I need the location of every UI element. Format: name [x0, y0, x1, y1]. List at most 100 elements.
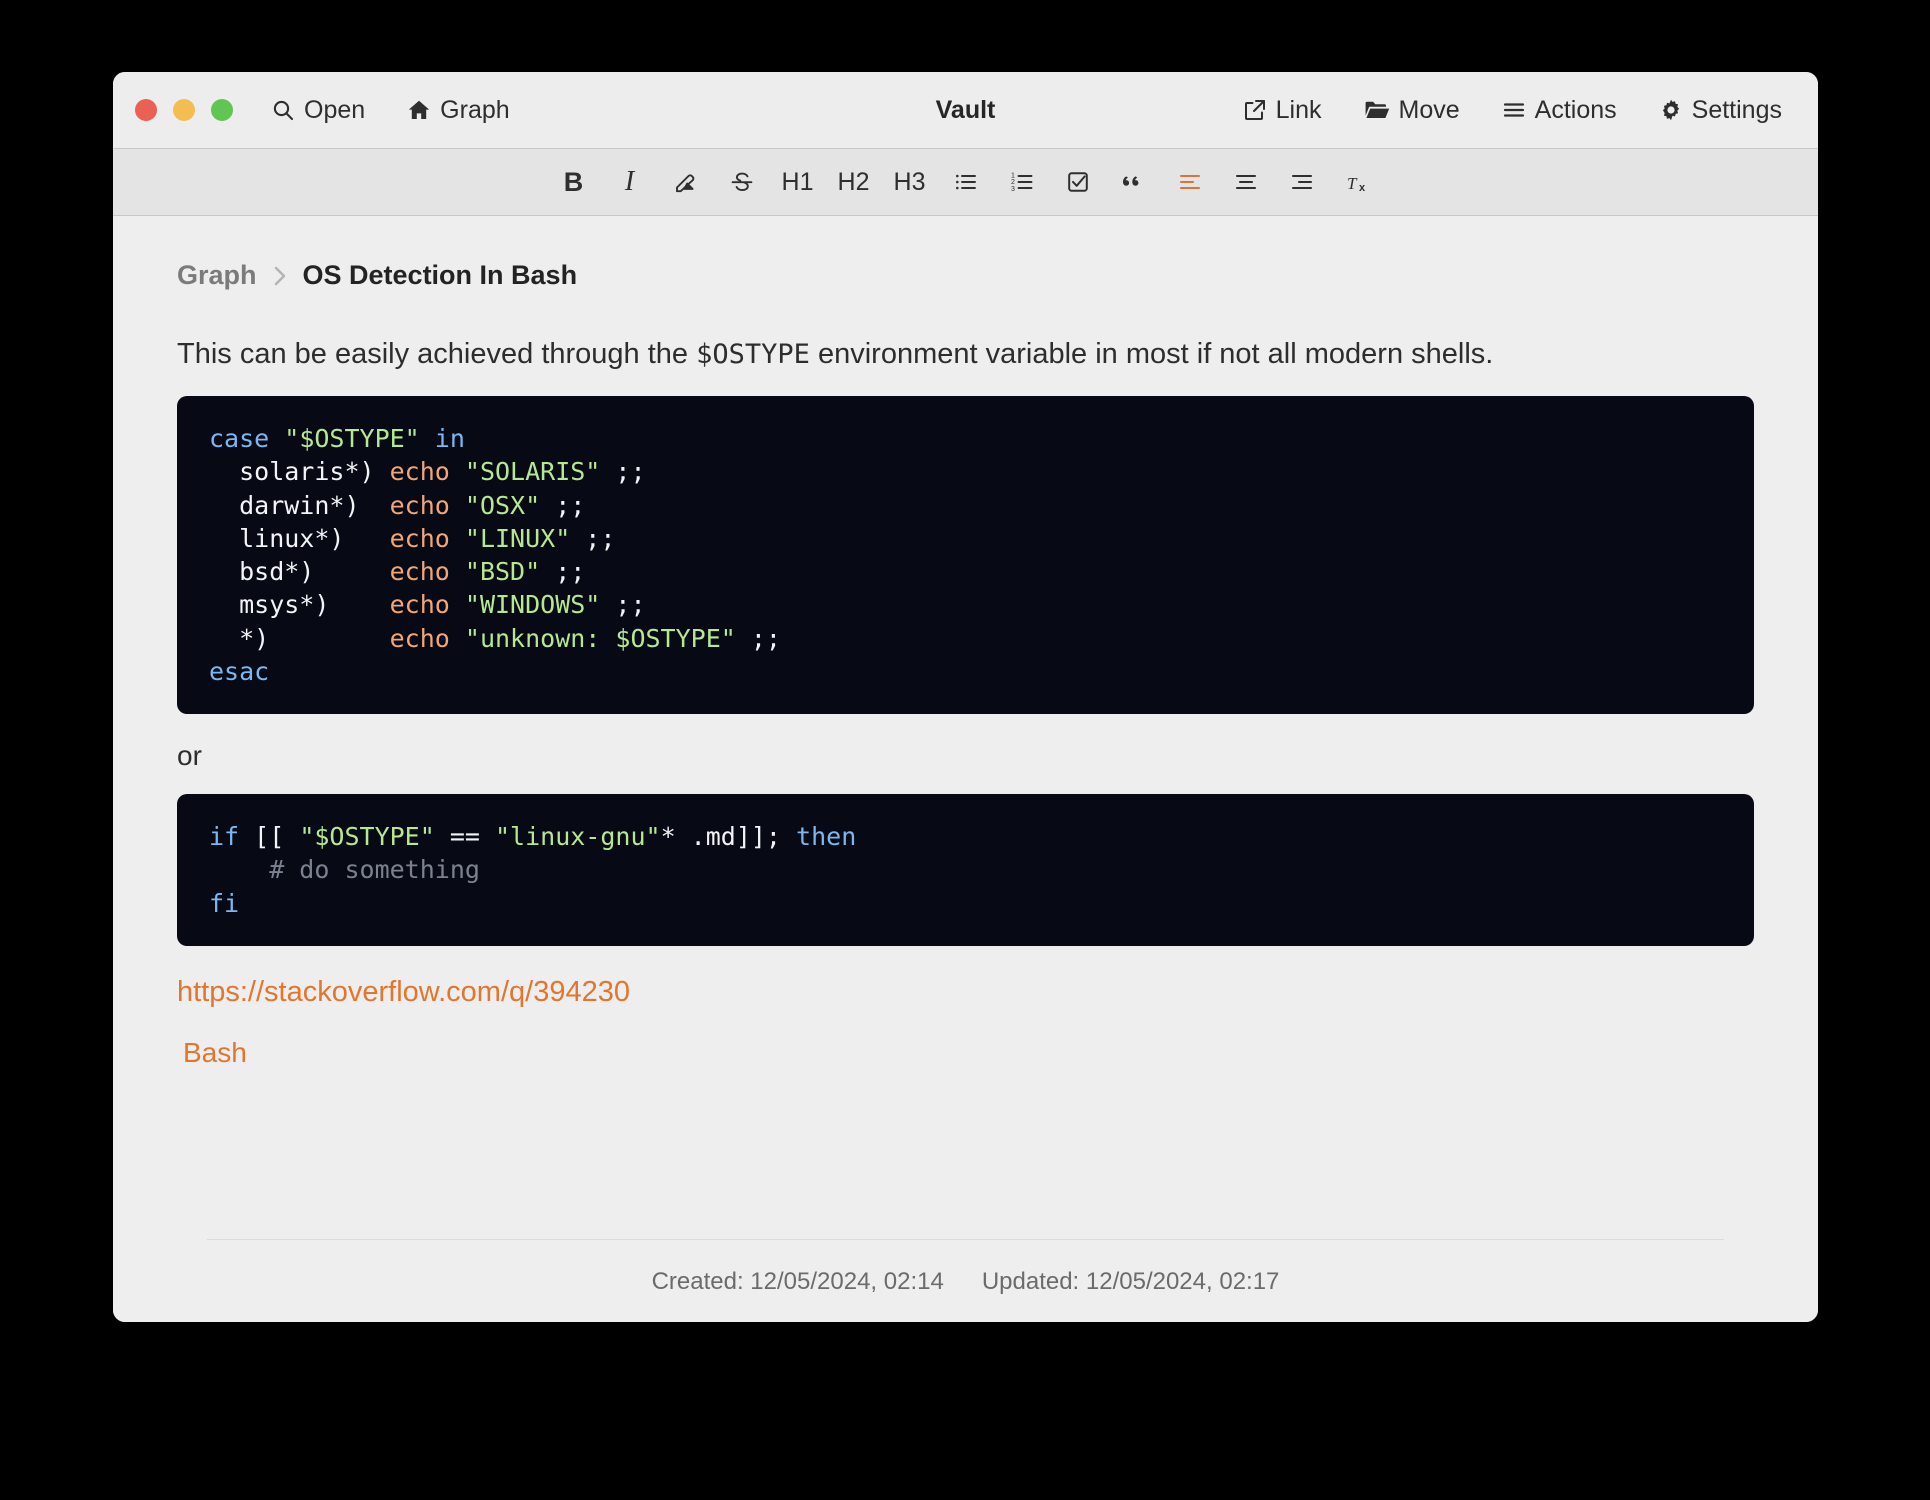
italic-icon: I	[624, 166, 635, 197]
code-token: "$OSTYPE"	[284, 424, 420, 454]
graph-button-label: Graph	[440, 95, 510, 124]
or-paragraph: or	[177, 740, 202, 772]
breadcrumb-root-link[interactable]: Graph	[177, 260, 257, 291]
settings-button[interactable]: Settings	[1651, 92, 1790, 129]
clear-format-button[interactable]: T x	[1330, 159, 1386, 205]
code-token: echo	[389, 457, 465, 487]
code-token: "LINUX"	[464, 523, 571, 553]
title-bar: Open Graph Vault Link Move Actions Setti…	[113, 72, 1818, 148]
open-button-label: Open	[304, 95, 366, 124]
code-token: "$OSTYPE"	[299, 822, 435, 852]
h3-icon: H3	[893, 167, 926, 196]
code-token: [[	[254, 822, 300, 852]
link-button[interactable]: Link	[1235, 92, 1330, 129]
code-token: # do something	[209, 855, 480, 885]
formatting-toolbar: B I H1 H2 H3 1 2 3 T x	[113, 148, 1818, 216]
bullet-list-button[interactable]	[938, 159, 994, 205]
minimize-window-button[interactable]	[173, 99, 195, 121]
checkbox-icon	[1064, 168, 1092, 196]
close-window-button[interactable]	[135, 99, 157, 121]
code-token: solaris*)	[209, 457, 390, 487]
move-button[interactable]: Move	[1356, 92, 1468, 129]
code-token: "OSX"	[464, 490, 541, 520]
titlebar-left-actions: Open Graph	[263, 92, 518, 129]
code-token: echo	[389, 523, 465, 553]
app-window: Open Graph Vault Link Move Actions Setti…	[113, 72, 1818, 1322]
actions-button-label: Actions	[1534, 95, 1617, 124]
intro-paragraph-after: environment variable in most if not all …	[809, 338, 1494, 370]
code-token: case	[209, 424, 285, 454]
highlighter-icon	[672, 168, 700, 196]
code-token: esac	[209, 656, 270, 686]
chevron-right-icon	[271, 263, 289, 289]
align-right-button[interactable]	[1274, 159, 1330, 205]
code-token: ;;	[600, 457, 646, 487]
code-token: "unknown: $OSTYPE"	[464, 623, 736, 653]
code-token: then	[796, 822, 857, 852]
gear-icon	[1659, 98, 1683, 122]
code-token: "WINDOWS"	[464, 590, 601, 620]
code-token: *)	[209, 623, 375, 653]
code-token: echo	[389, 590, 465, 620]
blockquote-button[interactable]	[1106, 159, 1162, 205]
h2-icon: H2	[837, 167, 870, 196]
strikethrough-icon	[728, 168, 756, 196]
align-center-button[interactable]	[1218, 159, 1274, 205]
code-token: * .md]];	[660, 822, 797, 852]
code-block-if[interactable]: if [[ "$OSTYPE" == "linux-gnu"* .md]]; t…	[177, 794, 1754, 946]
note-footer: Created: 12/05/2024, 02:14 Updated: 12/0…	[113, 1239, 1818, 1322]
heading-3-button[interactable]: H3	[882, 159, 938, 205]
h1-icon: H1	[781, 167, 814, 196]
svg-text:T: T	[1347, 174, 1358, 193]
graph-button[interactable]: Graph	[399, 92, 517, 129]
open-button[interactable]: Open	[263, 92, 373, 129]
code-token: "linux-gnu"	[495, 822, 661, 852]
intro-paragraph: This can be easily achieved through the …	[177, 335, 1754, 374]
strikethrough-button[interactable]	[714, 159, 770, 205]
code-token: ==	[434, 822, 495, 852]
zoom-window-button[interactable]	[211, 99, 233, 121]
updated-timestamp: Updated: 12/05/2024, 02:17	[981, 1268, 1280, 1295]
home-icon	[407, 98, 431, 122]
breadcrumb: Graph OS Detection In Bash	[177, 260, 1754, 291]
traffic-light-buttons	[135, 99, 233, 121]
source-link[interactable]: https://stackoverflow.com/q/394230	[177, 976, 1754, 1009]
code-token: "SOLARIS"	[464, 457, 601, 487]
checklist-button[interactable]	[1050, 159, 1106, 205]
settings-button-label: Settings	[1691, 95, 1782, 124]
numbered-list-button[interactable]: 1 2 3	[994, 159, 1050, 205]
code-token: ;;	[540, 490, 586, 520]
hamburger-icon	[1502, 98, 1526, 122]
tag-bash[interactable]: Bash	[183, 1037, 247, 1069]
italic-button[interactable]: I	[602, 159, 658, 205]
quote-icon	[1120, 168, 1148, 196]
code-token: "BSD"	[464, 557, 541, 587]
folder-icon	[1364, 98, 1390, 122]
code-token: bsd*)	[209, 557, 390, 587]
note-content: Graph OS Detection In Bash This can be e…	[113, 216, 1818, 1322]
code-token: ;;	[570, 523, 616, 553]
code-token: if	[209, 822, 255, 852]
code-token: ;;	[540, 557, 586, 587]
highlight-button[interactable]	[658, 159, 714, 205]
align-left-button[interactable]	[1162, 159, 1218, 205]
svg-text:3: 3	[1011, 186, 1015, 193]
intro-paragraph-before: This can be easily achieved through the	[177, 338, 697, 370]
code-block-case[interactable]: case "$OSTYPE" in solaris*) echo "SOLARI…	[177, 396, 1754, 715]
code-token: darwin*)	[209, 490, 390, 520]
align-right-icon	[1288, 168, 1316, 196]
bold-button[interactable]: B	[546, 159, 602, 205]
align-center-icon	[1232, 168, 1260, 196]
move-button-label: Move	[1398, 95, 1460, 124]
svg-text:x: x	[1359, 182, 1366, 194]
heading-2-button[interactable]: H2	[826, 159, 882, 205]
heading-1-button[interactable]: H1	[770, 159, 826, 205]
actions-button[interactable]: Actions	[1494, 92, 1625, 129]
link-button-label: Link	[1275, 95, 1322, 124]
code-token: fi	[209, 888, 240, 918]
code-token: echo	[389, 557, 465, 587]
bold-icon: B	[563, 166, 584, 197]
search-icon	[271, 98, 295, 122]
page-title: OS Detection In Bash	[302, 260, 578, 290]
bullet-list-icon	[952, 168, 980, 196]
